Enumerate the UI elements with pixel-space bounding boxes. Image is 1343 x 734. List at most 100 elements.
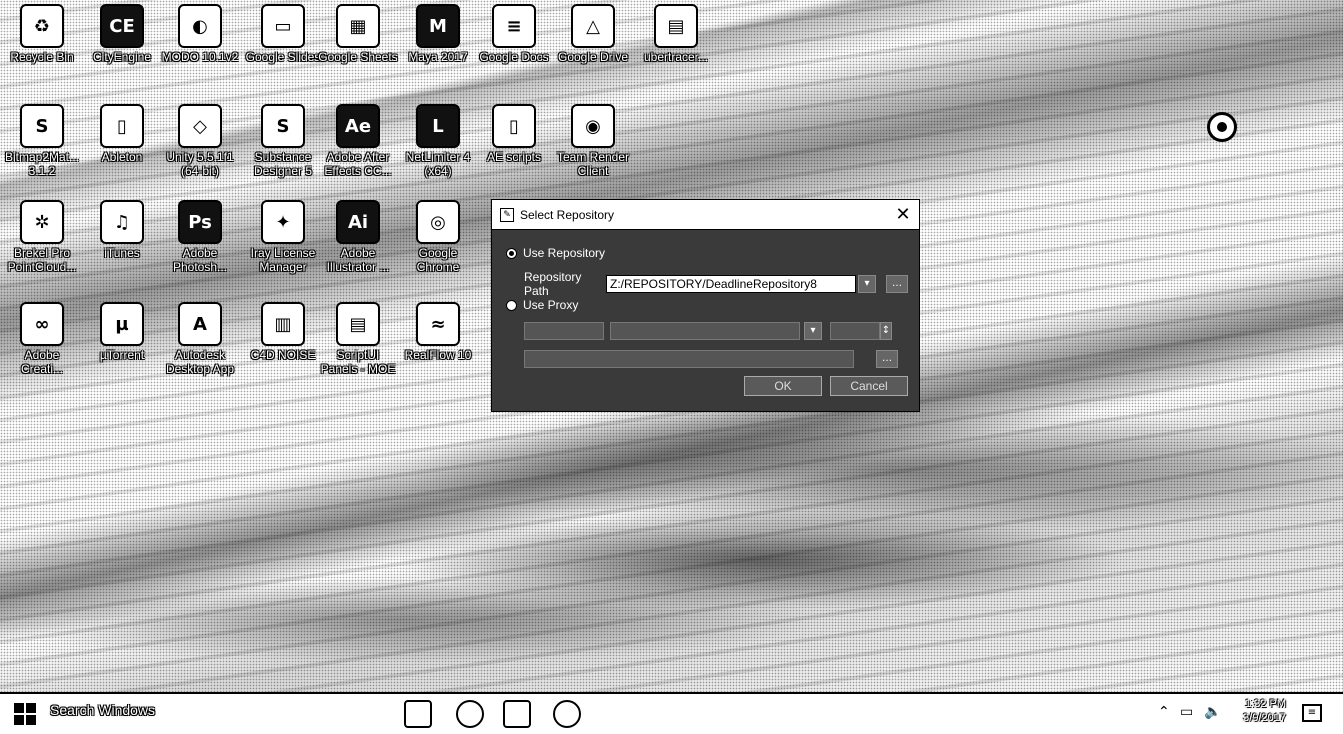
desktop-shortcut[interactable]: S Bitmap2Mat... 3.1.2 (2, 104, 82, 178)
scriptui-icon: ▤ (336, 302, 380, 346)
use-proxy-option[interactable]: Use Proxy (506, 298, 578, 312)
cinema4d-icon[interactable] (553, 700, 581, 728)
desktop-shortcut-label: Google Docs (479, 50, 549, 64)
desktop-shortcut[interactable]: ◎ Google Chrome (398, 200, 478, 274)
desktop-shortcut-label: NetLimiter 4 (x64) (405, 150, 471, 178)
desktop-shortcut[interactable]: ▭ Google Slides (243, 4, 323, 64)
unity-icon: ◇ (178, 104, 222, 148)
volume-icon[interactable]: 🔈 (1204, 704, 1221, 720)
file-explorer-icon[interactable] (503, 700, 531, 728)
desktop-gadget-icon[interactable] (1207, 112, 1237, 142)
ie-icon[interactable] (456, 700, 484, 728)
desktop-shortcut[interactable]: Ai Adobe Illustrator ... (318, 200, 398, 274)
google-sheets-icon: ▦ (336, 4, 380, 48)
proxy-port-input[interactable] (830, 322, 880, 340)
illustrator-icon: Ai (336, 200, 380, 244)
desktop-shortcut[interactable]: ≡ Google Docs (474, 4, 554, 64)
use-proxy-radio[interactable] (506, 299, 517, 311)
select-repository-dialog: ✎ Select Repository ✕ Use Repository Rep… (491, 199, 920, 412)
ok-button[interactable]: OK (744, 376, 822, 396)
close-icon[interactable]: ✕ (887, 201, 919, 229)
desktop-shortcut[interactable]: A Autodesk Desktop App (160, 302, 240, 376)
proxy-server-row: ▾ ↕ (524, 322, 892, 340)
desktop-shortcut-label: ScriptUI Panels - MOE (320, 348, 396, 376)
bitmap2material-icon: S (20, 104, 64, 148)
google-slides-icon: ▭ (261, 4, 305, 48)
path-dropdown-icon[interactable]: ▾ (858, 275, 876, 293)
desktop-shortcut-label: Google Chrome (416, 246, 460, 274)
desktop-shortcut[interactable]: ▤ ubertracer... (636, 4, 716, 64)
maya-icon: M (416, 4, 460, 48)
desktop-shortcut-label: Maya 2017 (408, 50, 468, 64)
desktop-shortcut[interactable]: S Substance Designer 5 (243, 104, 323, 178)
desktop-shortcut-label: Team Render Client (556, 150, 630, 178)
app-icon: ✎ (500, 207, 514, 222)
desktop-shortcut[interactable]: Ae Adobe After Effects CC... (318, 104, 398, 178)
port-spinner-icon[interactable]: ↕ (880, 322, 892, 340)
desktop-shortcut[interactable]: L NetLimiter 4 (x64) (398, 104, 478, 178)
desktop-shortcut-label: Adobe Illustrator ... (326, 246, 390, 274)
desktop-shortcut[interactable]: ✲ Brekel Pro PointCloud... (2, 200, 82, 274)
use-repository-label: Use Repository (523, 246, 606, 260)
modo-icon: ◐ (178, 4, 222, 48)
autodesk-icon: A (178, 302, 222, 346)
desktop-shortcut-label: µTorrent (99, 348, 145, 362)
use-proxy-label: Use Proxy (523, 298, 579, 312)
proxy-certificate-input[interactable] (524, 350, 854, 368)
desktop-shortcut-label: ubertracer... (643, 50, 709, 64)
desktop-shortcut-label: Adobe Creati... (20, 348, 63, 376)
desktop-shortcut[interactable]: Ps Adobe Photosh... (160, 200, 240, 274)
desktop-shortcut-label: C4D NOISE (250, 348, 316, 362)
team-render-icon: ◉ (571, 104, 615, 148)
desktop-shortcut[interactable]: ♫ iTunes (82, 200, 162, 260)
chrome-icon: ◎ (416, 200, 460, 244)
repository-path-row: Repository Path Z:/REPOSITORY/DeadlineRe… (524, 270, 908, 298)
chevron-up-icon[interactable]: ⌃ (1158, 704, 1170, 720)
use-repository-radio[interactable] (506, 247, 517, 259)
substance-designer-icon: S (261, 104, 305, 148)
desktop-shortcut[interactable]: ▯ Ableton (82, 104, 162, 164)
cancel-button[interactable]: Cancel (830, 376, 908, 396)
desktop-shortcut[interactable]: ▦ Google Sheets (318, 4, 398, 64)
desktop-shortcut[interactable]: ▯ AE scripts (474, 104, 554, 164)
use-repository-option[interactable]: Use Repository (506, 246, 605, 260)
action-center-icon[interactable]: ≡ (1302, 704, 1322, 722)
desktop-shortcut[interactable]: ◐ MODO 10.1v2 (160, 4, 240, 64)
network-icon[interactable]: ▭ (1180, 704, 1193, 720)
desktop-shortcut[interactable]: ◉ Team Render Client (553, 104, 633, 178)
desktop-shortcut[interactable]: ✦ Iray License Manager (243, 200, 323, 274)
desktop-shortcut[interactable]: ≈ RealFlow 10 (398, 302, 478, 362)
recycle-bin-icon: ♻ (20, 4, 64, 48)
desktop-shortcut-label: Adobe Photosh... (172, 246, 228, 274)
desktop-shortcut-label: Google Drive (557, 50, 629, 64)
browse-button[interactable]: … (886, 275, 908, 293)
desktop-shortcut[interactable]: ▤ ScriptUI Panels - MOE (318, 302, 398, 376)
repository-path-label: Repository Path (524, 270, 582, 298)
desktop-shortcut-label: Adobe After Effects CC... (324, 150, 392, 178)
c4d-noise-icon: ▥ (261, 302, 305, 346)
start-button[interactable] (14, 703, 38, 727)
photoshop-icon: Ps (178, 200, 222, 244)
creative-cloud-icon: ∞ (20, 302, 64, 346)
dialog-titlebar[interactable]: ✎ Select Repository ✕ (492, 200, 919, 230)
proxy-server-input[interactable] (610, 322, 800, 340)
desktop-shortcut-label: Ableton (101, 150, 143, 164)
task-view-icon[interactable] (404, 700, 432, 728)
desktop-shortcut-label: iTunes (104, 246, 140, 260)
desktop-shortcut-label: CityEngine (92, 50, 152, 64)
desktop-shortcut[interactable]: ◇ Unity 5.5.1f1 (64-bit) (160, 104, 240, 178)
desktop-shortcut[interactable]: △ Google Drive (553, 4, 633, 64)
search-input[interactable]: Search Windows (50, 702, 155, 718)
certificate-browse-button[interactable]: … (876, 350, 898, 368)
desktop-shortcut[interactable]: CE CityEngine (82, 4, 162, 64)
desktop-shortcut[interactable]: ▥ C4D NOISE (243, 302, 323, 362)
desktop-shortcut[interactable]: M Maya 2017 (398, 4, 478, 64)
desktop-shortcut[interactable]: ♻ Recycle Bin (2, 4, 82, 64)
desktop-shortcut[interactable]: µ µTorrent (82, 302, 162, 362)
desktop-shortcut[interactable]: ∞ Adobe Creati... (2, 302, 82, 376)
system-clock[interactable]: 1:32 PM 3/9/2017 (1236, 697, 1286, 725)
repository-path-input[interactable]: Z:/REPOSITORY/DeadlineRepository8 (606, 275, 856, 293)
desktop-shortcut-label: Autodesk Desktop App (165, 348, 235, 376)
desktop-shortcut-label: Substance Designer 5 (253, 150, 313, 178)
proxy-dropdown-icon[interactable]: ▾ (804, 322, 822, 340)
